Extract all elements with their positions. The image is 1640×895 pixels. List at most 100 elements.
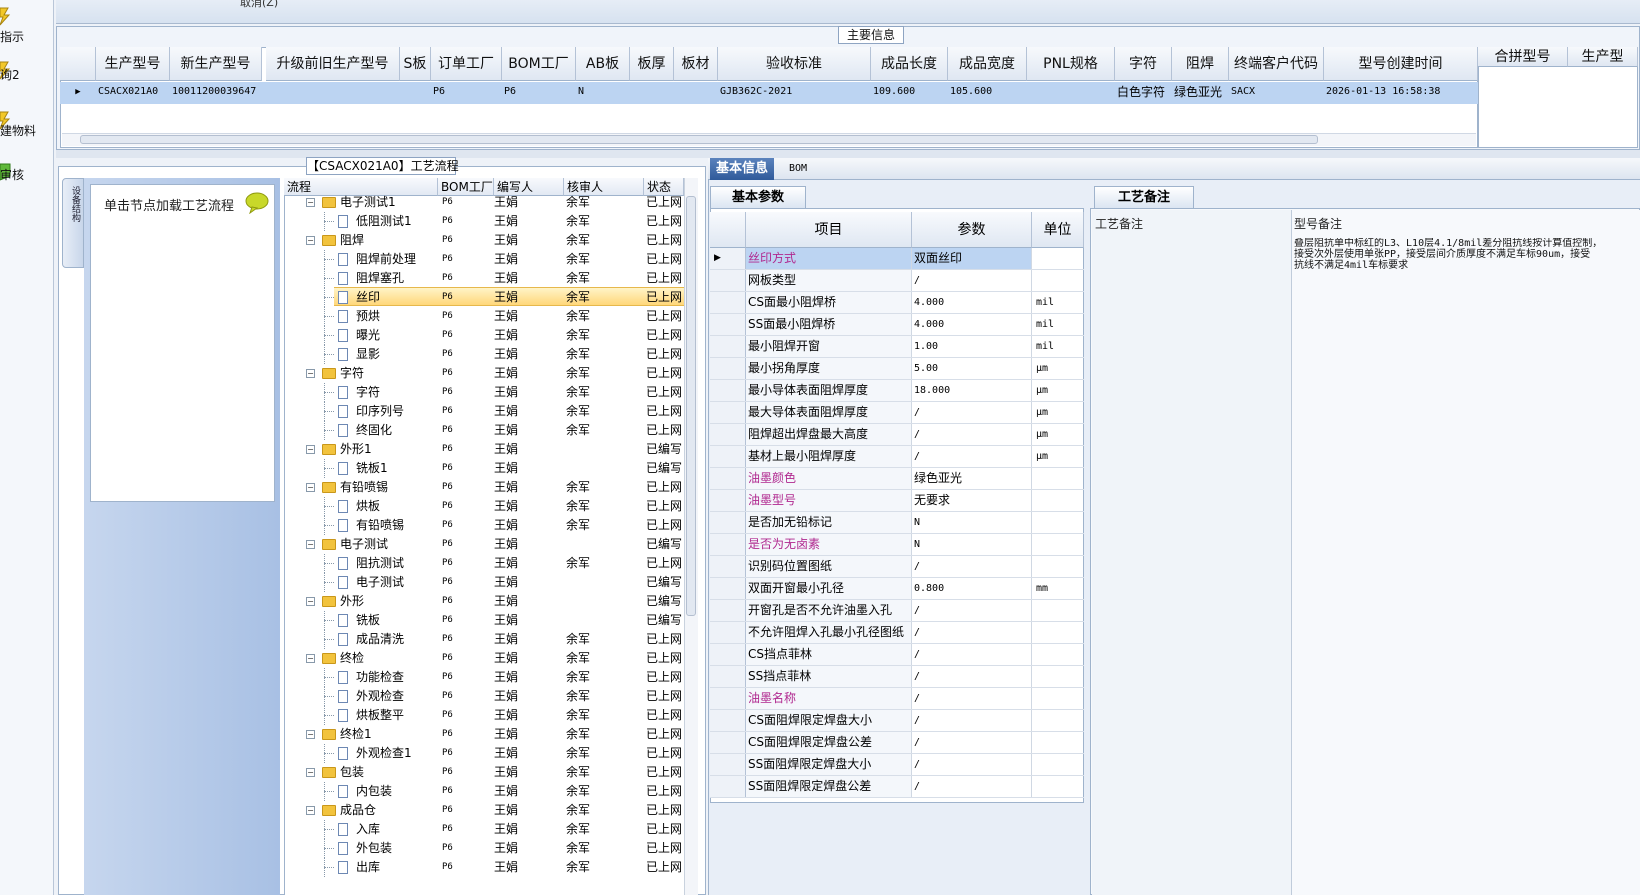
- row-indicator[interactable]: [710, 468, 746, 489]
- row-indicator[interactable]: [710, 776, 746, 797]
- tree-row[interactable]: 阻焊前处理 P6 王娟 余军 已上网: [284, 250, 684, 269]
- cell[interactable]: [1029, 81, 1113, 103]
- cell[interactable]: 白色字符: [1117, 81, 1170, 103]
- collapse-toggle[interactable]: −: [306, 445, 315, 454]
- column-header[interactable]: 生产型号: [96, 47, 170, 81]
- param-row[interactable]: 最小导体表面阻焊厚度 18.000 μm: [710, 380, 1084, 402]
- tree-row[interactable]: 低阻测试1 P6 王娟 余军 已上网: [284, 212, 684, 231]
- column-header[interactable]: 单位: [1032, 212, 1084, 248]
- collapse-toggle[interactable]: −: [306, 654, 315, 663]
- tree-row[interactable]: 字符 P6 王娟 余军 已上网: [284, 383, 684, 402]
- tree-row[interactable]: 外观检查1 P6 王娟 余军 已上网: [284, 744, 684, 763]
- column-header[interactable]: PNL规格: [1027, 47, 1115, 81]
- process-tree-vscroll-thumb[interactable]: [686, 196, 696, 616]
- param-row[interactable]: 最小阻焊开窗 1.00 mil: [710, 336, 1084, 358]
- row-indicator[interactable]: [710, 490, 746, 511]
- row-indicator[interactable]: [710, 534, 746, 555]
- collapse-toggle[interactable]: −: [306, 483, 315, 492]
- param-value[interactable]: /: [912, 732, 1032, 753]
- tab-basic-info[interactable]: 基本信息: [710, 158, 774, 180]
- tree-row[interactable]: − 外形1 P6 王娟 已编写: [284, 440, 684, 459]
- column-header[interactable]: 项目: [746, 212, 912, 248]
- cell[interactable]: 2026-01-13 16:58:38: [1326, 81, 1476, 103]
- param-value[interactable]: N: [912, 512, 1032, 533]
- param-row[interactable]: 双面开窗最小孔径 0.800 mm: [710, 578, 1084, 600]
- column-header[interactable]: 阻焊: [1172, 47, 1229, 81]
- row-indicator[interactable]: [710, 292, 746, 313]
- tree-row[interactable]: 阻抗测试 P6 王娟 余军 已上网: [284, 554, 684, 573]
- nav-item[interactable]: 建物料: [0, 110, 54, 150]
- tree-row[interactable]: 铣板1 P6 王娟 已编写: [284, 459, 684, 478]
- column-header[interactable]: 型号创建时间: [1324, 47, 1478, 81]
- row-indicator[interactable]: [710, 732, 746, 753]
- param-value[interactable]: 1.00: [912, 336, 1032, 357]
- cell[interactable]: CSACX021A0: [98, 81, 168, 103]
- param-row[interactable]: 开窗孔是否不允许油墨入孔 /: [710, 600, 1084, 622]
- nav-item[interactable]: 审核: [0, 162, 54, 202]
- row-indicator[interactable]: [710, 710, 746, 731]
- tree-row[interactable]: 丝印 P6 王娟 余军 已上网: [284, 288, 684, 307]
- column-header[interactable]: S板: [400, 47, 431, 81]
- row-indicator[interactable]: [710, 622, 746, 643]
- cell[interactable]: 10011200039647: [172, 81, 260, 103]
- param-value[interactable]: /: [912, 600, 1032, 621]
- tree-row[interactable]: 入库 P6 王娟 余军 已上网: [284, 820, 684, 839]
- param-row[interactable]: 最小拐角厚度 5.00 μm: [710, 358, 1084, 380]
- collapse-toggle[interactable]: −: [306, 597, 315, 606]
- param-value[interactable]: /: [912, 754, 1032, 775]
- param-row[interactable]: 基材上最小阻焊厚度 / μm: [710, 446, 1084, 468]
- row-indicator[interactable]: ▶: [710, 248, 746, 269]
- tree-row[interactable]: 烘板整平 P6 王娟 余军 已上网: [284, 706, 684, 725]
- tree-row[interactable]: 终固化 P6 王娟 余军 已上网: [284, 421, 684, 440]
- row-indicator[interactable]: [710, 314, 746, 335]
- param-row[interactable]: 阻焊超出焊盘最大高度 / μm: [710, 424, 1084, 446]
- param-row[interactable]: SS面阻焊限定焊盘大小 /: [710, 754, 1084, 776]
- tree-row[interactable]: − 终检1 P6 王娟 余军 已上网: [284, 725, 684, 744]
- param-value[interactable]: 0.800: [912, 578, 1032, 599]
- param-value[interactable]: 双面丝印: [912, 248, 1032, 269]
- cell[interactable]: [632, 81, 672, 103]
- param-row[interactable]: SS面最小阻焊桥 4.000 mil: [710, 314, 1084, 336]
- node-hint-box[interactable]: [90, 184, 275, 502]
- param-value[interactable]: /: [912, 622, 1032, 643]
- row-indicator[interactable]: [710, 578, 746, 599]
- tree-row[interactable]: 有铅喷锡 P6 王娟 余军 已上网: [284, 516, 684, 535]
- tree-row[interactable]: 显影 P6 王娟 余军 已上网: [284, 345, 684, 364]
- tree-row[interactable]: 电子测试 P6 王娟 已编写: [284, 573, 684, 592]
- column-header[interactable]: 终端客户代码: [1229, 47, 1324, 81]
- row-indicator[interactable]: [710, 644, 746, 665]
- tree-row[interactable]: − 成品仓 P6 王娟 余军 已上网: [284, 801, 684, 820]
- tree-row[interactable]: 成品清洗 P6 王娟 余军 已上网: [284, 630, 684, 649]
- cell[interactable]: [402, 81, 429, 103]
- param-value[interactable]: /: [912, 446, 1032, 467]
- column-header[interactable]: 板厚: [630, 47, 674, 81]
- param-row[interactable]: 不允许阻焊入孔最小孔径图纸 /: [710, 622, 1084, 644]
- cell[interactable]: 105.600: [950, 81, 1025, 103]
- nav-item[interactable]: 指示: [0, 6, 54, 46]
- row-indicator[interactable]: [710, 402, 746, 423]
- column-header[interactable]: 参数: [912, 212, 1032, 248]
- tree-row[interactable]: − 有铅喷锡 P6 王娟 余军 已上网: [284, 478, 684, 497]
- nav-item[interactable]: 询2: [0, 60, 54, 100]
- tree-row[interactable]: − 阻焊 P6 王娟 余军 已上网: [284, 231, 684, 250]
- model-remark-column[interactable]: [1292, 210, 1640, 895]
- param-value[interactable]: /: [912, 556, 1032, 577]
- collapse-toggle[interactable]: −: [306, 540, 315, 549]
- tree-row[interactable]: 功能检查 P6 王娟 余军 已上网: [284, 668, 684, 687]
- craft-remark-column[interactable]: [1092, 210, 1292, 895]
- column-header[interactable]: 订单工厂: [431, 47, 502, 81]
- param-value[interactable]: /: [912, 666, 1032, 687]
- column-header[interactable]: 成品宽度: [948, 47, 1027, 81]
- param-value[interactable]: /: [912, 402, 1032, 423]
- tree-row[interactable]: − 字符 P6 王娟 余军 已上网: [284, 364, 684, 383]
- tree-row[interactable]: − 电子测试1 P6 王娟 余军 已上网: [284, 193, 684, 212]
- row-indicator[interactable]: [710, 754, 746, 775]
- tree-row[interactable]: 阻焊塞孔 P6 王娟 余军 已上网: [284, 269, 684, 288]
- tree-row[interactable]: 外观检查 P6 王娟 余军 已上网: [284, 687, 684, 706]
- column-header[interactable]: 板材: [674, 47, 718, 81]
- param-row[interactable]: 是否为无卤素 N: [710, 534, 1084, 556]
- main-info-hscroll-thumb[interactable]: [80, 135, 1318, 144]
- row-indicator[interactable]: ▶: [60, 81, 96, 103]
- tree-row[interactable]: 外包装 P6 王娟 余军 已上网: [284, 839, 684, 858]
- cell[interactable]: [676, 81, 716, 103]
